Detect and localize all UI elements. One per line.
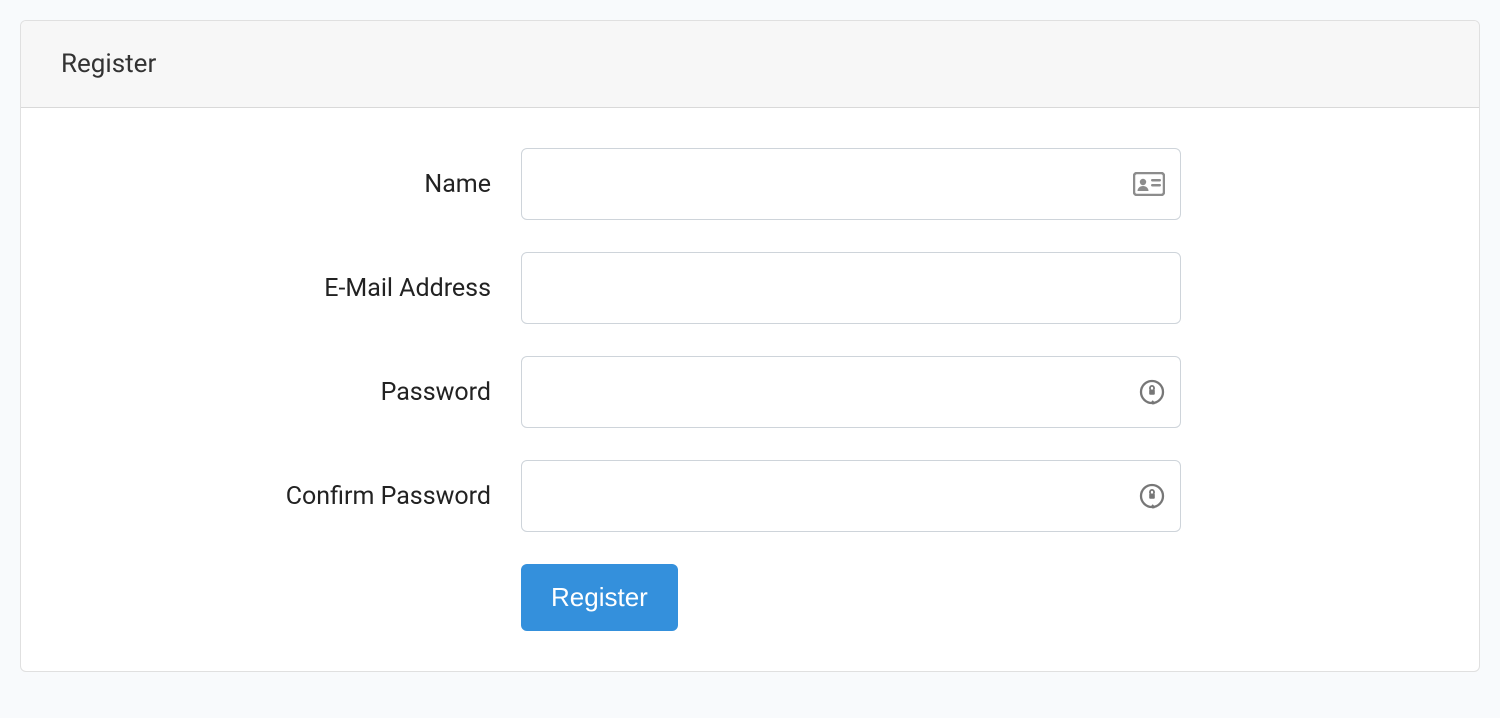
name-label: Name bbox=[61, 170, 521, 199]
register-button[interactable]: Register bbox=[521, 564, 678, 631]
confirm-password-input[interactable] bbox=[521, 460, 1181, 532]
confirm-password-label: Confirm Password bbox=[61, 482, 521, 511]
email-input[interactable] bbox=[521, 252, 1181, 324]
confirm-password-row: Confirm Password bbox=[61, 460, 1439, 532]
email-row: E-Mail Address bbox=[61, 252, 1439, 324]
name-input[interactable] bbox=[521, 148, 1181, 220]
password-key-icon bbox=[1139, 483, 1165, 509]
password-key-icon bbox=[1139, 379, 1165, 405]
register-card: Register Name E-Mail Address bbox=[20, 20, 1480, 672]
password-label: Password bbox=[61, 378, 521, 407]
submit-row: Register bbox=[61, 564, 1439, 631]
email-label: E-Mail Address bbox=[61, 274, 521, 303]
id-card-icon bbox=[1133, 172, 1165, 196]
password-input[interactable] bbox=[521, 356, 1181, 428]
card-title: Register bbox=[21, 21, 1479, 108]
name-row: Name bbox=[61, 148, 1439, 220]
card-body: Name E-Mail Address bbox=[21, 108, 1479, 671]
password-row: Password bbox=[61, 356, 1439, 428]
